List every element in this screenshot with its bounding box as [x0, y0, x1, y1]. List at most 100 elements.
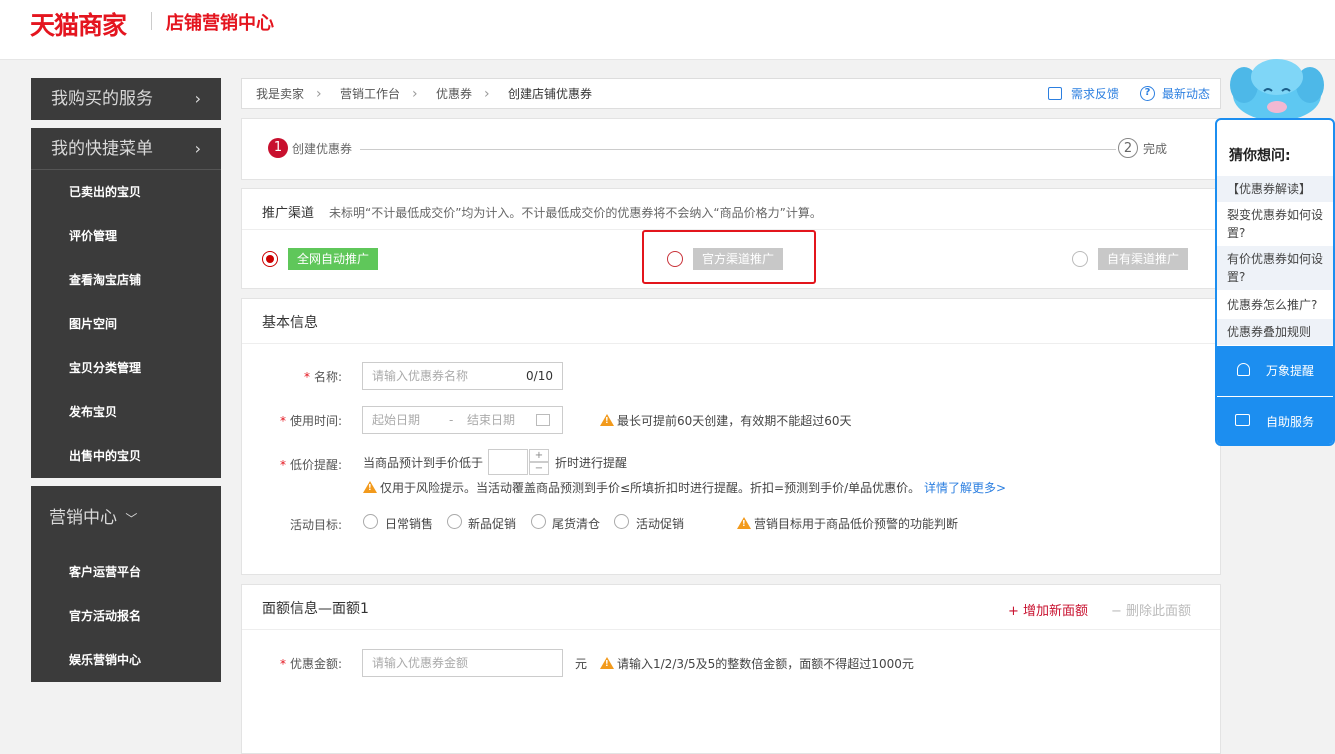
name-label: * 名称:: [303, 370, 342, 384]
sidebar-head-shortcuts[interactable]: 我的快捷菜单 ›: [31, 128, 221, 170]
discount-input[interactable]: [488, 449, 528, 475]
sidebar-item-official-events[interactable]: 官方活动报名: [31, 594, 221, 638]
remove-face-button[interactable]: − 删除此面额: [1111, 600, 1191, 619]
section-title: 面额信息—面额1: [262, 601, 369, 617]
channel-note: 未标明“不计最低成交价”均为计入。不计最低成交价的优惠券将不会纳入“商品价格力”…: [329, 206, 822, 220]
step-label: 完成: [1143, 142, 1168, 156]
logo-divider: [151, 12, 152, 30]
goal-label: 活动目标:: [289, 518, 342, 532]
tmall-logo[interactable]: 天猫商家: [30, 6, 127, 42]
radio-channel-own[interactable]: [1072, 251, 1088, 267]
step-indicator: 1 创建优惠券 2 完成: [241, 118, 1221, 180]
sidebar-item-view-shop[interactable]: 查看淘宝店铺: [31, 258, 221, 302]
sidebar-item-entertainment[interactable]: 娱乐营销中心: [31, 638, 221, 682]
end-date: 结束日期: [467, 413, 516, 427]
sidebar-item-reviews[interactable]: 评价管理: [31, 214, 221, 258]
goal-option[interactable]: 新品促销: [468, 515, 516, 532]
mascot-elephant-icon[interactable]: [1228, 57, 1326, 123]
price-prefix: 当商品预计到手价低于: [363, 456, 484, 470]
sidebar-item-publish[interactable]: 发布宝贝: [31, 390, 221, 434]
main-content: 我是卖家 › 营销工作台 › 优惠券 › 创建店铺优惠券 需求反馈 ? 最新动态…: [241, 78, 1221, 754]
breadcrumb-current: 创建店铺优惠券: [508, 87, 593, 101]
help-question[interactable]: 优惠券叠加规则: [1217, 319, 1333, 345]
sidebar-item-images[interactable]: 图片空间: [31, 302, 221, 346]
char-counter: 0/10: [526, 369, 553, 383]
top-bar: 天猫商家 店铺营销中心: [0, 0, 1335, 60]
radio-goal-daily[interactable]: [363, 514, 378, 529]
channel-tag-own[interactable]: 自有渠道推广: [1098, 248, 1189, 270]
sidebar-item-sold[interactable]: 已卖出的宝贝: [31, 170, 221, 214]
stepper-down-button[interactable]: −: [529, 462, 549, 475]
learn-more-link[interactable]: 详情了解更多>: [924, 481, 1006, 495]
step-number-active: 1: [268, 138, 288, 158]
radio-goal-clearance[interactable]: [531, 514, 546, 529]
coupon-name-input[interactable]: 请输入优惠券名称 0/10: [362, 362, 563, 390]
self-service-button[interactable]: 自助服务: [1217, 397, 1333, 444]
step-connector: [360, 149, 1116, 150]
page-title: 店铺营销中心: [166, 13, 274, 34]
goal-option[interactable]: 活动促销: [636, 515, 684, 532]
sidebar-head-label: 营销中心: [49, 508, 117, 528]
help-question[interactable]: 【优惠券解读】: [1217, 176, 1333, 202]
step-label: 创建优惠券: [292, 142, 353, 156]
goal-option[interactable]: 日常销售: [385, 515, 433, 532]
calendar-icon: [536, 414, 550, 426]
news-link[interactable]: 最新动态: [1162, 79, 1210, 109]
price-label: * 低价提醒:: [279, 458, 342, 472]
sidebar-item-on-sale[interactable]: 出售中的宝贝: [31, 434, 221, 478]
question-icon[interactable]: ?: [1140, 86, 1155, 101]
warning-icon: [600, 657, 614, 669]
channel-tag-official[interactable]: 官方渠道推广: [693, 248, 784, 270]
radio-goal-event[interactable]: [614, 514, 629, 529]
basic-info-section: 基本信息 * 名称: 请输入优惠券名称 0/10 * 使用时间: 起始日期 - 结束…: [241, 298, 1221, 575]
goal-option[interactable]: 尾货清仓: [552, 515, 600, 532]
promotion-channel-section: 推广渠道 未标明“不计最低成交价”均为计入。不计最低成交价的优惠券将不会纳入“商…: [241, 188, 1221, 289]
radio-goal-new[interactable]: [447, 514, 462, 529]
help-question[interactable]: 裂变优惠券如何设置?: [1217, 202, 1333, 246]
amount-tip: 请输入1/2/3/5及5的整数倍金额，面额不得超过1000元: [600, 655, 914, 672]
help-question[interactable]: 优惠券怎么推广?: [1217, 292, 1333, 318]
step-number: 2: [1118, 138, 1138, 158]
chat-icon: [1235, 414, 1250, 426]
help-title: 猜你想问:: [1229, 148, 1291, 164]
radio-channel-all[interactable]: [262, 251, 278, 267]
amount-input[interactable]: 请输入优惠券金额: [362, 649, 563, 677]
sidebar-item-categories[interactable]: 宝贝分类管理: [31, 346, 221, 390]
breadcrumb-item[interactable]: 我是卖家: [256, 79, 304, 109]
sidebar-item-customer-ops[interactable]: 客户运营平台: [31, 550, 221, 594]
breadcrumb: 我是卖家 › 营销工作台 › 优惠券 › 创建店铺优惠券 需求反馈 ? 最新动态: [241, 78, 1221, 109]
divider: [242, 343, 1220, 344]
sidebar-head-marketing[interactable]: 营销中心 ﹀: [31, 486, 221, 550]
self-service-label: 自助服务: [1266, 415, 1315, 429]
goal-tip: 营销目标用于商品低价预警的功能判断: [737, 515, 958, 532]
add-face-button[interactable]: + 增加新面额: [1008, 600, 1088, 619]
breadcrumb-item[interactable]: 营销工作台: [340, 79, 400, 109]
face-value-section: 面额信息—面额1 + 增加新面额 − 删除此面额 * 优惠金额: 请输入优惠券金额…: [241, 584, 1221, 754]
date-range-input[interactable]: 起始日期 - 结束日期: [362, 406, 563, 434]
bell-icon: [1237, 363, 1250, 376]
sidebar-block-shortcuts: 我的快捷菜单 › 已卖出的宝贝 评价管理 查看淘宝店铺 图片空间 宝贝分类管理 …: [31, 128, 221, 478]
radio-channel-official[interactable]: [667, 251, 683, 267]
sidebar-head-label: 我购买的服务: [51, 89, 153, 109]
channel-tag-all[interactable]: 全网自动推广: [288, 248, 379, 270]
breadcrumb-sep: ›: [316, 86, 322, 102]
sidebar-head-label: 我的快捷菜单: [51, 139, 153, 159]
section-title: 推广渠道: [262, 206, 315, 221]
stepper-up-button[interactable]: +: [529, 449, 549, 462]
sidebar-block-services: 我购买的服务 ›: [31, 78, 221, 120]
breadcrumb-item[interactable]: 优惠券: [436, 79, 472, 109]
sidebar: 我购买的服务 › 我的快捷菜单 › 已卖出的宝贝 评价管理 查看淘宝店铺 图片空…: [31, 78, 221, 690]
breadcrumb-sep: ›: [412, 86, 418, 102]
feedback-link[interactable]: 需求反馈: [1071, 79, 1119, 109]
sidebar-block-marketing: 营销中心 ﹀ 客户运营平台 官方活动报名 娱乐营销中心: [31, 486, 221, 682]
help-question[interactable]: 有价优惠券如何设置?: [1217, 246, 1333, 290]
reminder-button[interactable]: 万象提醒: [1217, 346, 1333, 396]
warning-icon: [737, 517, 751, 529]
help-panel: 猜你想问: 【优惠券解读】 裂变优惠券如何设置? 有价优惠券如何设置? 优惠券怎…: [1215, 118, 1335, 446]
amount-unit: 元: [575, 657, 588, 671]
chevron-down-icon: ﹀: [125, 512, 138, 526]
edit-icon[interactable]: [1048, 87, 1062, 100]
warning-icon: [600, 414, 614, 426]
time-tip: 最长可提前60天创建，有效期不能超过60天: [600, 412, 852, 429]
sidebar-head-services[interactable]: 我购买的服务 ›: [31, 78, 221, 120]
